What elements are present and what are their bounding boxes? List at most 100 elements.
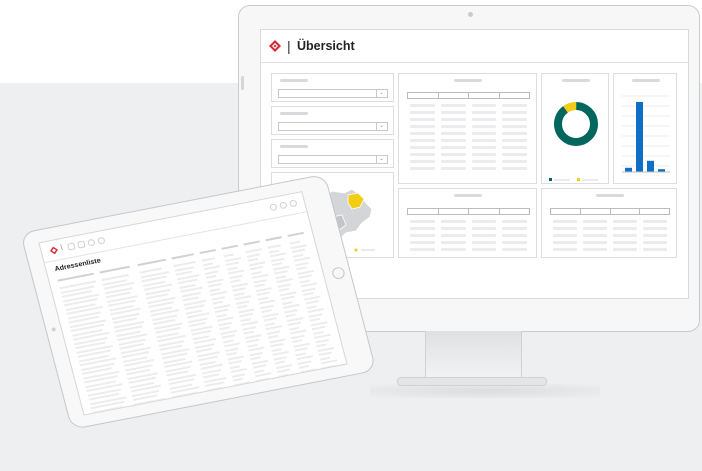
table-cell-placeholder (471, 104, 497, 107)
table-cell-placeholder (643, 234, 667, 237)
chevron-down-icon: ⌄ (376, 90, 386, 97)
table-cell-placeholder (410, 146, 435, 149)
list-cell-placeholder (251, 270, 262, 275)
list-cell-placeholder (295, 261, 309, 266)
list-cell-placeholder (211, 295, 226, 301)
list-cell-placeholder (316, 343, 327, 348)
list-cell-placeholder (232, 377, 244, 382)
list-cell-placeholder (242, 325, 257, 331)
list-cell-placeholder (229, 364, 241, 369)
table-cell-placeholder (502, 153, 527, 156)
table-cell-placeholder (502, 160, 527, 163)
list-cell-placeholder (232, 287, 246, 292)
column-header (243, 240, 260, 246)
settings-icon[interactable] (86, 238, 96, 247)
table-cell-placeholder (643, 241, 667, 244)
tablet-camera (51, 327, 57, 332)
table-cell-placeholder (440, 220, 466, 223)
filter-dropdown[interactable]: ⌄ (278, 155, 388, 164)
list-cell-placeholder (282, 300, 293, 305)
table-cell-placeholder (410, 132, 435, 135)
legend-label (582, 179, 598, 181)
table-cell-placeholder (471, 111, 497, 114)
column-header (265, 236, 282, 242)
list-cell-placeholder (298, 274, 312, 279)
filter-dropdown[interactable]: ⌄ (278, 89, 388, 98)
table-cell-placeholder (471, 139, 497, 142)
user-icon[interactable] (96, 236, 106, 245)
list-cell-placeholder (305, 300, 319, 305)
table-cell-placeholder (410, 153, 435, 156)
close-icon[interactable] (288, 199, 298, 208)
filter-label (280, 145, 308, 148)
tablet-screen: | Adressenliste (38, 191, 348, 416)
table-cell-placeholder (410, 139, 435, 142)
list-cell-placeholder (313, 330, 324, 335)
table-cell-placeholder (502, 104, 527, 107)
table-cell-placeholder (553, 248, 577, 251)
table-cell-placeholder (502, 241, 527, 244)
table-cell-placeholder (440, 234, 466, 237)
list-cell-placeholder (233, 380, 251, 386)
list-icon[interactable] (66, 242, 76, 251)
list-cell-placeholder (298, 364, 310, 369)
list-cell-placeholder (201, 257, 215, 262)
filter-icon[interactable] (76, 240, 86, 249)
list-cell-placeholder (311, 325, 326, 331)
list-cell-placeholder (250, 356, 261, 361)
list-cell-placeholder (275, 274, 286, 279)
list-cell-placeholder (267, 244, 281, 249)
filter-label (280, 79, 308, 82)
table-cell-placeholder (583, 220, 607, 223)
table-cell-placeholder (410, 227, 435, 230)
list-cell-placeholder (252, 364, 267, 369)
list-cell-placeholder (257, 296, 269, 301)
list-cell-placeholder (308, 312, 323, 318)
filter-panel-1: ⌄ (271, 73, 394, 102)
list-cell-placeholder (268, 249, 280, 254)
table-cell-placeholder (502, 132, 527, 135)
table-cell-placeholder (471, 125, 497, 128)
bar (647, 160, 654, 172)
table-cell-placeholder (583, 248, 607, 251)
table-header (550, 208, 670, 215)
table-cell-placeholder (502, 118, 527, 121)
list-cell-placeholder (228, 359, 242, 365)
list-cell-placeholder (253, 278, 267, 284)
table-cell-placeholder (410, 104, 435, 107)
table-cell-placeholder (471, 227, 497, 230)
table-panel-3 (541, 188, 677, 258)
list-cell-placeholder (249, 351, 263, 356)
table-cell-placeholder (502, 234, 527, 237)
list-cell-placeholder (263, 317, 277, 322)
account-icon[interactable] (278, 201, 288, 210)
table-cell-placeholder (643, 227, 667, 230)
panel-title (454, 79, 482, 82)
filter-dropdown[interactable]: ⌄ (278, 122, 388, 131)
home-button[interactable] (330, 266, 346, 280)
list-cell-placeholder (270, 257, 285, 262)
list-cell-placeholder (231, 372, 246, 378)
list-cell-placeholder (291, 334, 305, 339)
list-cell-placeholder (247, 343, 258, 348)
table-cell-placeholder (440, 125, 466, 128)
legend-swatch-yellow (577, 178, 580, 181)
table-cell-placeholder (440, 132, 466, 135)
table-cell-placeholder (440, 241, 466, 244)
list-cell-placeholder (243, 330, 255, 335)
logo-icon (49, 246, 58, 255)
list-cell-placeholder (230, 279, 241, 284)
list-cell-placeholder (254, 283, 265, 288)
help-icon[interactable] (268, 203, 278, 212)
list-cell-placeholder (278, 287, 290, 292)
panel-title (454, 194, 482, 197)
list-cell-placeholder (239, 312, 253, 318)
list-cell-placeholder (221, 334, 236, 339)
table-cell-placeholder (502, 220, 527, 223)
list-cell-placeholder (214, 308, 229, 314)
table-cell-placeholder (583, 227, 607, 230)
monitor-stand-base (397, 377, 547, 386)
table-cell-placeholder (643, 220, 667, 223)
donut-segment (554, 102, 598, 146)
column-header (287, 231, 304, 237)
